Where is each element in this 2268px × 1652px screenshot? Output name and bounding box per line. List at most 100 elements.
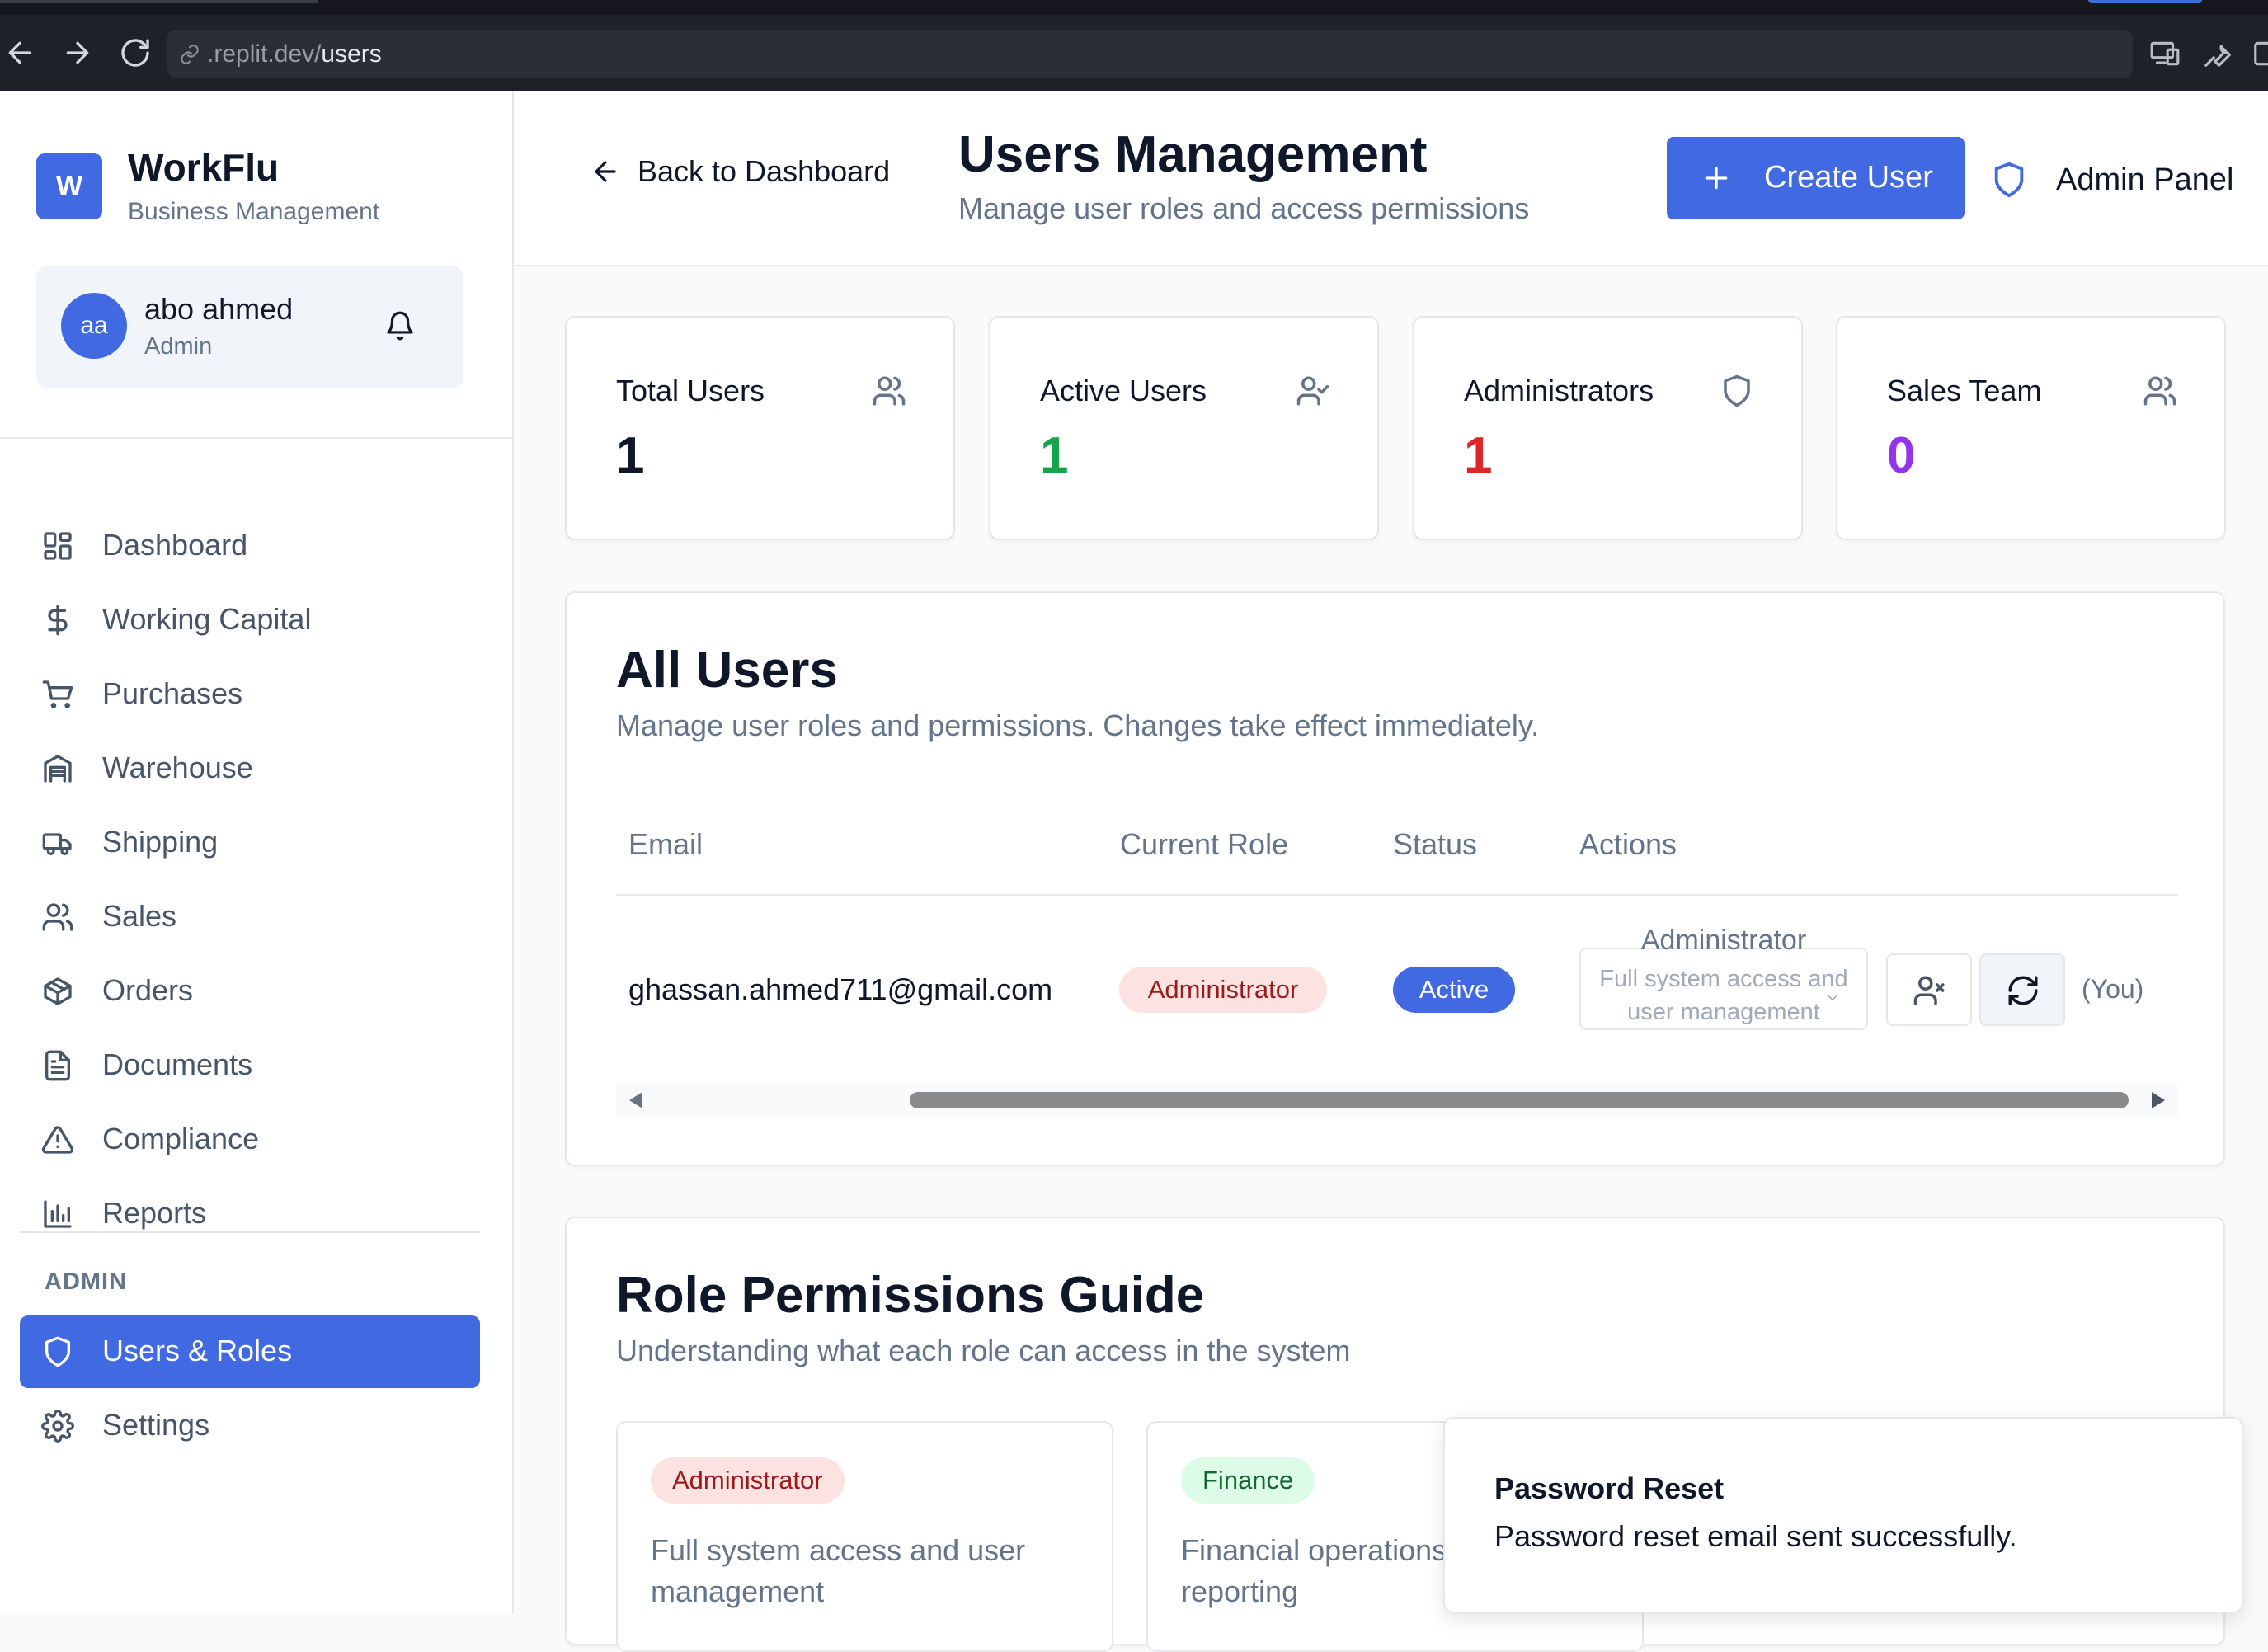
back-to-dashboard-button[interactable]: Back to Dashboard <box>590 139 890 205</box>
admin-divider <box>20 1231 480 1233</box>
sidebar-item-purchases[interactable]: Purchases <box>20 658 480 731</box>
sidebar-item-label: Dashboard <box>102 528 248 562</box>
reset-password-button[interactable] <box>1979 953 2065 1026</box>
sidebar-item-settings[interactable]: Settings <box>20 1390 480 1462</box>
admin-panel-indicator: Admin Panel <box>1990 155 2233 205</box>
plus-icon <box>1700 162 1733 195</box>
users-icon <box>41 901 74 934</box>
arrow-left-icon <box>590 156 621 187</box>
user-card: aa abo ahmed Admin <box>36 266 463 388</box>
sidebar-item-label: Documents <box>102 1047 253 1081</box>
app-subtitle: Business Management <box>128 198 380 225</box>
shield-icon <box>41 1335 74 1368</box>
sidebar-item-orders[interactable]: Orders <box>20 955 480 1028</box>
panel-icon[interactable] <box>2252 38 2268 69</box>
refresh-icon <box>2008 976 2038 1005</box>
role-card-administrator: Administrator Full system access and use… <box>616 1421 1113 1652</box>
column-header-email: Email <box>628 827 703 861</box>
app-name: WorkFlu <box>128 146 280 189</box>
sidebar-item-label: Users & Roles <box>102 1334 293 1367</box>
stat-value: 1 <box>616 427 645 484</box>
gear-icon <box>41 1410 74 1443</box>
create-user-label: Create User <box>1764 160 1933 195</box>
sidebar-divider <box>0 437 512 439</box>
user-name: abo ahmed <box>144 292 294 326</box>
sidebar-item-documents[interactable]: Documents <box>20 1029 480 1102</box>
create-user-button[interactable]: Create User <box>1667 137 1965 219</box>
column-header-role: Current Role <box>1120 827 1289 861</box>
back-label: Back to Dashboard <box>638 154 891 188</box>
cart-icon <box>41 678 74 711</box>
deactivate-user-button[interactable] <box>1886 953 1972 1026</box>
scroll-right-arrow-icon[interactable] <box>2152 1092 2165 1108</box>
url-text: .replit.dev/users <box>207 40 382 68</box>
sidebar-item-label: Compliance <box>102 1122 260 1155</box>
page-header: Back to Dashboard Users Management Manag… <box>514 91 2268 266</box>
sidebar-item-dashboard[interactable]: Dashboard <box>20 510 480 582</box>
admin-section-label: ADMIN <box>45 1268 128 1295</box>
role-select-description: Full system access and user management <box>1599 966 1848 1025</box>
address-bar[interactable]: .replit.dev/users <box>167 30 2133 78</box>
scrollbar-thumb[interactable] <box>910 1092 2129 1108</box>
scroll-left-arrow-icon[interactable] <box>629 1092 642 1108</box>
stat-value: 1 <box>1040 427 1069 484</box>
sidebar-item-label: Settings <box>102 1408 210 1442</box>
table-divider <box>616 894 2178 896</box>
stat-card-administrators: Administrators 1 <box>1413 316 1803 540</box>
horizontal-scrollbar[interactable] <box>616 1084 2178 1117</box>
sidebar-item-label: Shipping <box>102 825 219 859</box>
bar-chart-icon <box>41 1198 74 1231</box>
current-user-label: (You) <box>2082 974 2144 1004</box>
browser-tab-indicator[interactable] <box>2088 0 2202 3</box>
sidebar-item-users-roles[interactable]: Users & Roles <box>20 1315 480 1388</box>
stat-card-total-users: Total Users 1 <box>565 316 955 540</box>
role-badge: Administrator <box>1119 967 1327 1013</box>
browser-tab[interactable] <box>0 0 318 3</box>
sidebar-item-label: Sales <box>102 899 177 933</box>
stat-value: 1 <box>1464 427 1493 484</box>
wrench-icon[interactable] <box>2202 38 2233 69</box>
link-icon <box>179 44 200 65</box>
package-icon <box>41 975 74 1008</box>
url-domain: .replit.dev/ <box>207 40 322 68</box>
back-arrow-icon[interactable] <box>3 36 36 69</box>
sidebar-item-compliance[interactable]: Compliance <box>20 1104 480 1176</box>
role-badge: Administrator <box>651 1457 845 1504</box>
column-header-actions: Actions <box>1579 827 1677 861</box>
sidebar-item-label: Working Capital <box>102 602 312 636</box>
all-users-card: All Users Manage user roles and permissi… <box>565 591 2225 1166</box>
avatar: aa <box>61 293 127 359</box>
bell-icon[interactable] <box>379 305 421 346</box>
forward-arrow-icon[interactable] <box>61 36 94 69</box>
sidebar-item-reports[interactable]: Reports <box>20 1178 480 1250</box>
role-select-value: Administrator <box>1640 925 1807 956</box>
section-title: All Users <box>616 642 838 699</box>
sidebar-item-warehouse[interactable]: Warehouse <box>20 732 480 805</box>
document-icon <box>41 1049 74 1082</box>
admin-panel-label: Admin Panel <box>2056 162 2234 197</box>
toast-message: Password reset email sent successfully. <box>1494 1519 2017 1553</box>
section-subtitle: Manage user roles and permissions. Chang… <box>616 708 1540 742</box>
page-title: Users Management <box>958 126 1428 183</box>
user-check-icon <box>1296 374 1330 408</box>
warning-icon <box>41 1123 74 1156</box>
toast-notification[interactable]: Password Reset Password reset email sent… <box>1443 1417 2243 1613</box>
user-x-icon <box>1913 976 1945 1005</box>
stat-label: Total Users <box>616 374 765 407</box>
role-badge: Finance <box>1181 1457 1315 1504</box>
sidebar-item-label: Warehouse <box>102 751 253 784</box>
stat-card-active-users: Active Users 1 <box>989 316 1379 540</box>
sidebar-item-working-capital[interactable]: Working Capital <box>20 584 480 657</box>
sidebar-item-label: Purchases <box>102 676 243 710</box>
devices-icon[interactable] <box>2149 38 2181 69</box>
browser-tab-strip <box>0 0 2268 15</box>
stat-label: Active Users <box>1040 374 1207 407</box>
sidebar-item-label: Reports <box>102 1196 207 1230</box>
url-path: users <box>321 40 382 68</box>
dashboard-icon <box>41 529 74 562</box>
reload-icon[interactable] <box>119 36 152 69</box>
sidebar-item-sales[interactable]: Sales <box>20 881 480 953</box>
status-badge: Active <box>1393 967 1515 1013</box>
sidebar-item-shipping[interactable]: Shipping <box>20 807 480 879</box>
role-description: Full system access and user management <box>651 1533 1026 1608</box>
